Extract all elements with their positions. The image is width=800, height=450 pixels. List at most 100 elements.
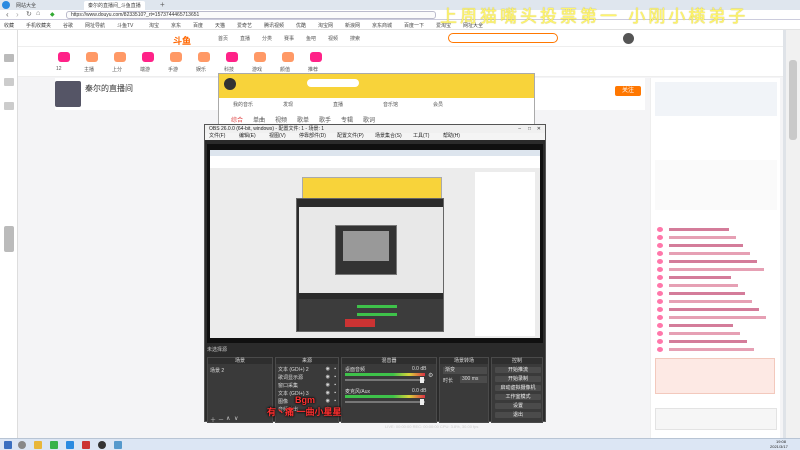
follow-button[interactable]: 关注 (615, 86, 641, 96)
bookmark-item[interactable]: 京东 (171, 22, 181, 29)
visibility-eye-icon[interactable]: ◉ (326, 382, 330, 388)
new-tab-button[interactable]: + (160, 0, 165, 9)
mic-volume-slider[interactable] (345, 401, 425, 403)
bookmark-item[interactable]: 天猫 (215, 22, 225, 29)
home-icon[interactable]: ⌂ (36, 10, 40, 17)
chat-input[interactable] (655, 408, 777, 430)
obs-control-button[interactable]: 设置 (495, 403, 541, 409)
douyu-nav-item[interactable]: 分类 (262, 35, 272, 42)
browser-tab-douyu[interactable]: 秦尔的直播间_斗鱼直播 (84, 1, 145, 10)
scrollbar-thumb[interactable] (789, 60, 797, 140)
obs-preview[interactable] (207, 144, 543, 343)
obs-control-button[interactable]: 开始录制 (495, 376, 541, 382)
obs-taskbar-icon[interactable] (98, 441, 106, 449)
obs-menu-item[interactable]: 文件(F) (209, 133, 225, 140)
move-up-icon[interactable]: ∧ (226, 415, 230, 422)
bookmark-item[interactable]: 百度一下 (404, 22, 424, 29)
music-search-tab[interactable]: 歌词 (363, 115, 375, 124)
music-subnav-item[interactable]: 发现 (283, 101, 293, 108)
obs-control-button[interactable]: 开始推流 (495, 367, 541, 373)
bookmark-item[interactable]: 淘宝网 (318, 22, 333, 29)
category-icon[interactable] (310, 52, 322, 62)
transition-select[interactable]: 渐变 (443, 367, 487, 374)
obs-menu-item[interactable]: 编辑(E) (239, 133, 256, 140)
douyu-logo[interactable]: 斗鱼 (173, 34, 191, 47)
bookmark-item[interactable]: 网址导航 (85, 22, 105, 29)
category-icon[interactable] (226, 52, 238, 62)
media-icon[interactable] (82, 441, 90, 449)
history-icon[interactable] (4, 102, 14, 110)
collapse-icon[interactable] (4, 226, 14, 252)
music-search-tab[interactable]: 视频 (275, 115, 287, 124)
gift-popup[interactable] (655, 358, 775, 394)
url-input[interactable]: https://www.douyu.com/8233510?_rt=157374… (66, 11, 436, 19)
visibility-eye-icon[interactable]: ◉ (326, 366, 330, 372)
music-search-tab[interactable]: 综合 (231, 115, 243, 124)
browser-tab-websites[interactable]: 网站大全 (12, 1, 40, 10)
obs-control-button[interactable]: 启动虚拟摄像机 (495, 385, 541, 391)
app-taskbar-icon[interactable] (114, 441, 122, 449)
music-search-tab[interactable]: 歌手 (319, 115, 331, 124)
douyu-nav-item[interactable]: 视频 (328, 35, 338, 42)
category-icon[interactable] (198, 52, 210, 62)
streamer-avatar[interactable] (55, 81, 81, 107)
category-icon[interactable] (142, 52, 154, 62)
duration-input[interactable]: 300 ms (460, 376, 487, 383)
mic-volume-knob[interactable] (420, 399, 424, 405)
explorer-icon[interactable] (34, 441, 42, 449)
music-search-tab[interactable]: 单曲 (253, 115, 265, 124)
category-icon[interactable] (58, 52, 70, 62)
bookmark-item[interactable]: 腾讯视频 (264, 22, 284, 29)
maximize-icon[interactable]: □ (528, 125, 531, 133)
bookmark-item[interactable]: 谷歌 (63, 22, 73, 29)
obs-control-button[interactable]: 工作室模式 (495, 394, 541, 400)
visibility-eye-icon[interactable]: ◉ (326, 374, 330, 380)
douyu-search-input[interactable] (448, 33, 558, 43)
back-icon[interactable]: ‹ (6, 10, 9, 19)
obs-menu-item[interactable]: 场景集合(S) (375, 133, 402, 140)
search-icon[interactable] (18, 441, 26, 449)
music-search-input[interactable] (307, 79, 359, 87)
lock-icon[interactable]: ▪ (334, 382, 336, 388)
music-search-tab[interactable]: 歌单 (297, 115, 309, 124)
douyu-nav-item[interactable]: 赛事 (284, 35, 294, 42)
category-icon[interactable] (86, 52, 98, 62)
bookmark-item[interactable]: 优酷 (296, 22, 306, 29)
follow-icon[interactable] (4, 78, 14, 86)
browser-taskbar-icon[interactable] (66, 441, 74, 449)
lock-icon[interactable]: ▪ (334, 366, 336, 372)
music-subnav-item[interactable]: 音乐馆 (383, 101, 398, 108)
douyu-nav-item[interactable]: 鱼吧 (306, 35, 316, 42)
obs-menu-item[interactable]: 帮助(H) (443, 133, 460, 140)
source-item[interactable]: 窗口采集 ◉ ▪ (278, 382, 336, 389)
category-icon[interactable] (282, 52, 294, 62)
page-scrollbar[interactable] (786, 30, 800, 438)
obs-menu-item[interactable]: 工具(T) (413, 133, 429, 140)
obs-control-button[interactable]: 退出 (495, 412, 541, 418)
source-item[interactable]: 歌词显示源 ◉ ▪ (278, 374, 336, 381)
refresh-icon[interactable]: ↻ (26, 10, 32, 18)
obs-menu-item[interactable]: 配置文件(P) (337, 133, 364, 140)
music-subnav-item[interactable]: 我的音乐 (233, 101, 253, 108)
category-icon[interactable] (170, 52, 182, 62)
mixer-gear-icon[interactable]: ⚙ (428, 372, 433, 379)
forward-icon[interactable]: › (16, 10, 19, 19)
douyu-nav-item[interactable]: 直播 (240, 35, 250, 42)
desktop-volume-slider[interactable] (345, 379, 425, 381)
bookmark-item[interactable]: 斗鱼TV (117, 22, 133, 29)
remove-scene-icon[interactable]: － (218, 415, 224, 424)
music-subnav-item[interactable]: 会员 (433, 101, 443, 108)
desktop-volume-knob[interactable] (420, 377, 424, 383)
bookmark-item[interactable]: 京东商城 (372, 22, 392, 29)
scene-item[interactable]: 场景 2 (210, 367, 270, 374)
obs-menu-item[interactable]: 停靠部件(D) (299, 133, 326, 140)
browser-logo-icon[interactable] (2, 1, 10, 9)
music-search-tab[interactable]: 专辑 (341, 115, 353, 124)
wechat-icon[interactable] (50, 441, 58, 449)
bookmark-item[interactable]: 收藏 (4, 22, 14, 29)
start-icon[interactable] (4, 441, 12, 449)
bookmark-item[interactable]: 百度 (193, 22, 203, 29)
minimize-icon[interactable]: – (518, 125, 521, 133)
move-down-icon[interactable]: ∨ (234, 415, 238, 422)
douyu-nav-item[interactable]: 首页 (218, 35, 228, 42)
